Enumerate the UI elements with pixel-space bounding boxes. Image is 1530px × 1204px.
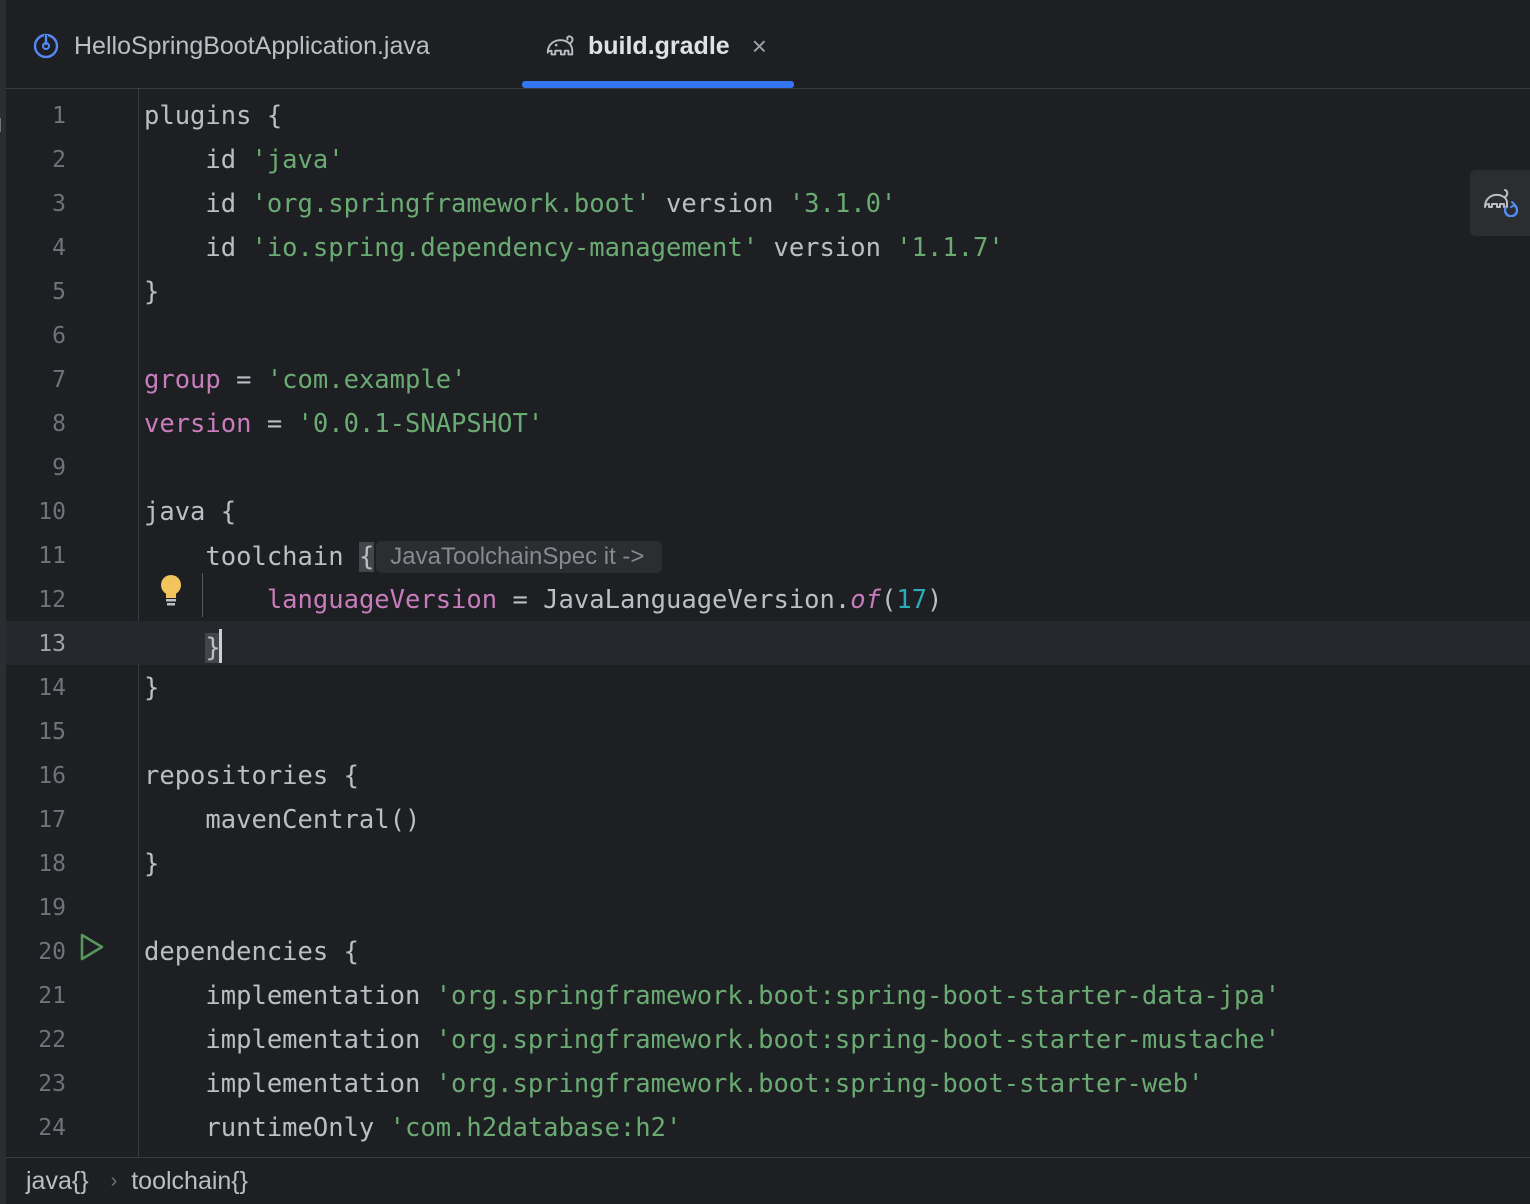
code-editor[interactable]: 1 plugins { 2 id 'java' 3 id 'org.spring… — [6, 89, 1530, 1157]
code-line: 3 id 'org.springframework.boot' version … — [6, 181, 1530, 225]
line-number: 16 — [38, 763, 66, 789]
code-line: 9 — [6, 445, 1530, 489]
code-text: id 'java' — [144, 145, 344, 175]
line-number: 21 — [38, 983, 66, 1009]
code-line: 8 version = '0.0.1-SNAPSHOT' — [6, 401, 1530, 445]
lightbulb-icon[interactable] — [158, 573, 184, 607]
code-text: implementation 'org.springframework.boot… — [144, 1069, 1204, 1099]
code-text: id 'io.spring.dependency-management' ver… — [144, 233, 1004, 263]
code-line: 6 — [6, 313, 1530, 357]
line-number: 2 — [52, 147, 66, 173]
code-text: } — [144, 849, 160, 879]
line-number: 7 — [52, 367, 66, 393]
code-text: java { — [144, 497, 237, 527]
code-line: 14 } — [6, 665, 1530, 709]
breadcrumb: java{} › toolchain{} — [6, 1157, 1530, 1204]
spring-boot-icon — [30, 30, 62, 62]
line-number: 5 — [52, 279, 66, 305]
inlay-hint[interactable]: JavaToolchainSpec it -> — [376, 541, 663, 573]
close-icon[interactable]: × — [752, 31, 767, 62]
line-number: 23 — [38, 1071, 66, 1097]
code-line: 19 — [6, 885, 1530, 929]
code-line: 7 group = 'com.example' — [6, 357, 1530, 401]
edge-marker — [0, 118, 4, 132]
line-number: 8 — [52, 411, 66, 437]
code-line: 17 mavenCentral() — [6, 797, 1530, 841]
tab-build-gradle[interactable]: build.gradle × — [544, 4, 767, 88]
code-line-current: 13 } — [6, 621, 1530, 665]
code-text: implementation 'org.springframework.boot… — [144, 1025, 1281, 1055]
code-text: } — [144, 629, 222, 663]
code-text: group = 'com.example' — [144, 365, 467, 395]
code-line: 4 id 'io.spring.dependency-management' v… — [6, 225, 1530, 269]
code-text: version = '0.0.1-SNAPSHOT' — [144, 409, 544, 439]
line-number: 12 — [38, 587, 66, 613]
line-number: 17 — [38, 807, 66, 833]
code-text: languageVersion = JavaLanguageVersion.of… — [266, 585, 943, 615]
gradle-sync-icon — [1482, 185, 1519, 222]
line-number: 11 — [38, 543, 66, 569]
line-number: 18 — [38, 851, 66, 877]
code-line: 5 } — [6, 269, 1530, 313]
line-number: 9 — [52, 455, 66, 481]
text-caret — [218, 629, 222, 663]
code-line: 18 } — [6, 841, 1530, 885]
line-number: 3 — [52, 191, 66, 217]
code-text: toolchain {JavaToolchainSpec it -> — [144, 541, 663, 573]
code-line: 15 — [6, 709, 1530, 753]
gradle-elephant-icon — [544, 30, 576, 62]
tab-bar: HelloSpringBootApplication.java build.gr… — [6, 4, 1530, 89]
line-number: 22 — [38, 1027, 66, 1053]
breadcrumb-item-java[interactable]: java{} — [26, 1167, 89, 1196]
matched-brace: { — [358, 542, 375, 572]
code-line: 21 implementation 'org.springframework.b… — [6, 973, 1530, 1017]
chevron-right-icon: › — [110, 1170, 118, 1192]
line-number: 24 — [38, 1115, 66, 1141]
line-number: 13 — [38, 631, 66, 657]
code-line: 12 languageVersion = JavaLanguageVersion… — [6, 577, 1530, 621]
line-number: 19 — [38, 895, 66, 921]
code-line: 23 implementation 'org.springframework.b… — [6, 1061, 1530, 1105]
code-text: } — [144, 277, 160, 307]
line-number: 4 — [52, 235, 66, 261]
code-text: mavenCentral() — [144, 805, 421, 835]
code-line: 20 dependencies { — [6, 929, 1530, 973]
code-line: 11 toolchain {JavaToolchainSpec it -> — [6, 533, 1530, 577]
code-text: runtimeOnly 'com.h2database:h2' — [144, 1113, 682, 1143]
active-tab-indicator — [522, 81, 794, 88]
code-text: repositories { — [144, 761, 359, 791]
line-number: 6 — [52, 323, 66, 349]
code-line: 24 runtimeOnly 'com.h2database:h2' — [6, 1105, 1530, 1149]
code-text: plugins { — [144, 101, 283, 131]
code-text: } — [144, 673, 160, 703]
editor-window: HelloSpringBootApplication.java build.gr… — [6, 4, 1530, 1204]
code-line: 1 plugins { — [6, 93, 1530, 137]
code-line: 10 java { — [6, 489, 1530, 533]
line-number: 20 — [38, 939, 66, 965]
run-icon[interactable] — [76, 932, 106, 962]
breadcrumb-item-toolchain[interactable]: toolchain{} — [131, 1167, 248, 1196]
tab-hello-spring-boot-application[interactable]: HelloSpringBootApplication.java — [30, 4, 430, 88]
tab-label: build.gradle — [588, 31, 730, 60]
code-line: 16 repositories { — [6, 753, 1530, 797]
line-number: 14 — [38, 675, 66, 701]
code-text: id 'org.springframework.boot' version '3… — [144, 189, 897, 219]
line-number: 15 — [38, 719, 66, 745]
tab-label: HelloSpringBootApplication.java — [74, 31, 430, 60]
code-line: 22 implementation 'org.springframework.b… — [6, 1017, 1530, 1061]
line-number: 1 — [52, 103, 66, 129]
gradle-sync-button[interactable] — [1470, 170, 1530, 236]
code-text: dependencies { — [144, 937, 359, 967]
code-line: 2 id 'java' — [6, 137, 1530, 181]
code-text: implementation 'org.springframework.boot… — [144, 981, 1281, 1011]
line-number: 10 — [38, 499, 66, 525]
